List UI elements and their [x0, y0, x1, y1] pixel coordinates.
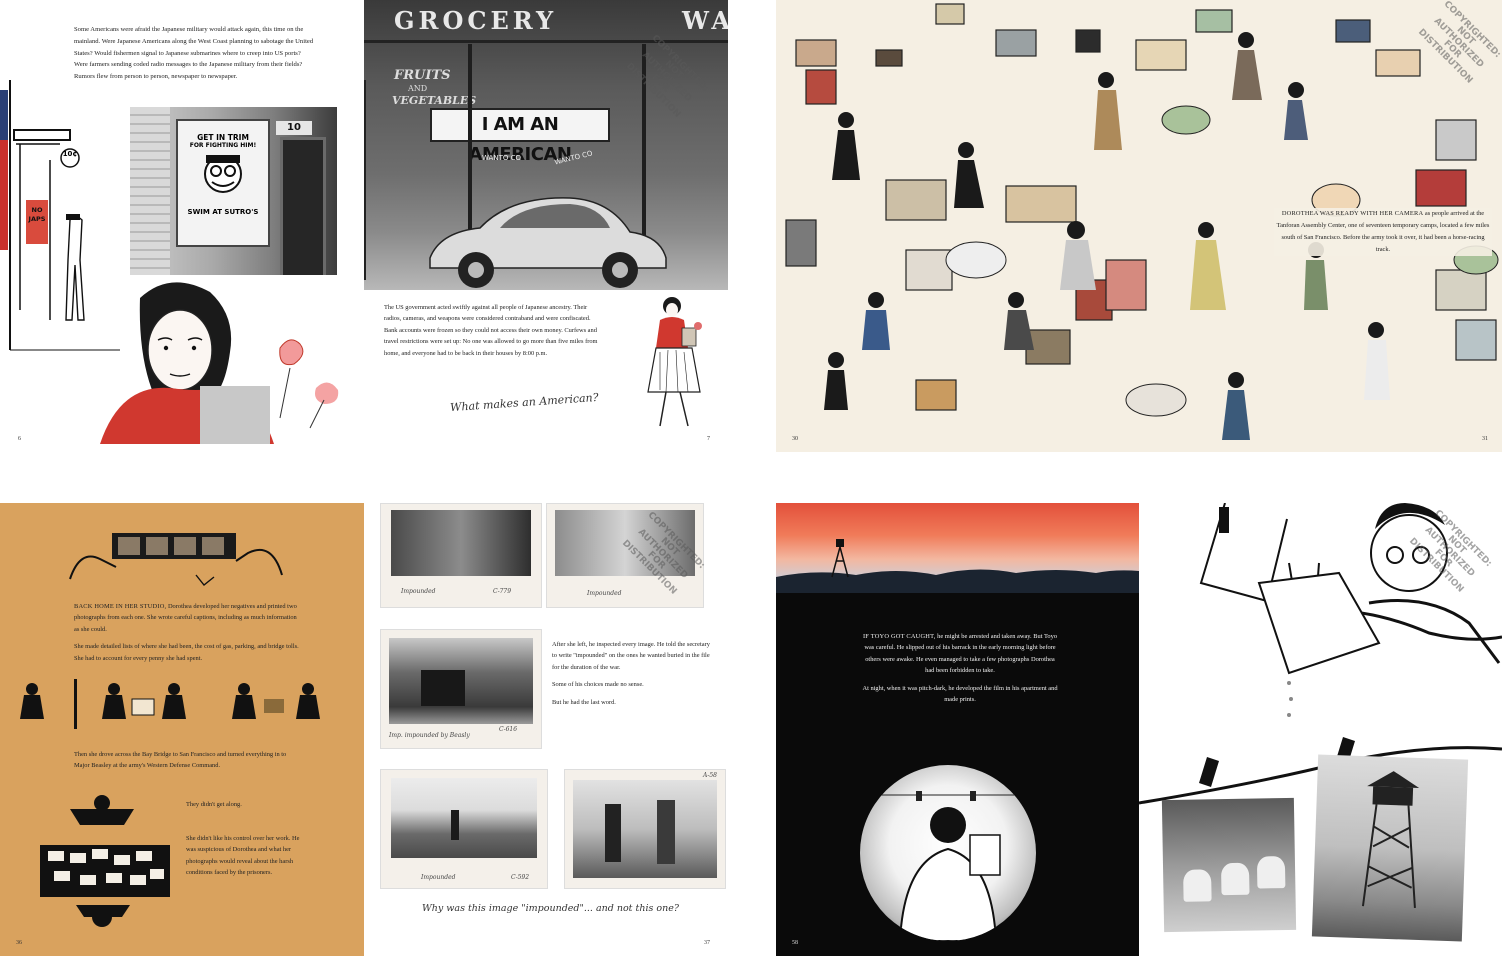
poster-line1: GET IN TRIM: [197, 133, 249, 142]
page-58-text: IF TOYO GOT CAUGHT, he might be arrested…: [862, 631, 1058, 711]
impounded-photo-1: Impounded C-779: [380, 503, 542, 608]
vintage-car-icon: [429, 197, 667, 288]
woman-portrait-illustration: [100, 282, 339, 444]
darkroom-spotlight: [860, 765, 1036, 941]
poster-face-icon: [204, 155, 242, 193]
guard-tower-icon: [1361, 771, 1420, 908]
page-6: Some Americans were afraid the Japanese …: [0, 0, 364, 452]
caption-impounded-4: Impounded: [421, 874, 456, 881]
page-7-paragraph: The US government acted swiftly against …: [384, 304, 598, 357]
page-36: BACK HOME IN HER STUDIO, Dorothea develo…: [0, 503, 364, 956]
page-number-36: 36: [16, 940, 22, 946]
no-japs-sign: NO JAPS: [28, 206, 46, 223]
negatives-strip-illustration: [69, 533, 283, 586]
page-31-paragraph: DOROTHEA WAS READY WITH HER CAMERA as pe…: [1274, 208, 1492, 256]
para-detailed-lists: She made detailed lists of where she had…: [74, 643, 299, 662]
window-and: AND: [408, 84, 428, 93]
lead-back-home: BACK HOME IN HER STUDIO,: [74, 603, 167, 610]
page-number-6: 6: [18, 436, 21, 442]
toilets-photo: [1161, 797, 1297, 933]
page-7: GROCERY WAN FRUITS AND VEGETABLES I AM A…: [364, 0, 728, 452]
guard-tower-photo: [1311, 754, 1469, 942]
store-sign-grocery: GROCERY: [394, 6, 558, 35]
code-c616: C-616: [499, 726, 518, 733]
code-c592: C-592: [511, 874, 530, 881]
para-inspected: After she left, he inspected every image…: [552, 641, 710, 671]
walking-woman-illustration: [647, 297, 702, 427]
page-59: COPYRIGHTED: NOT AUTHORIZED FOR DISTRIBU…: [1139, 503, 1502, 956]
toyo-darkroom-figure: [880, 791, 1016, 941]
lead-toyo-caught: IF TOYO GOT CAUGHT,: [862, 633, 936, 640]
window-vegetables: VEGETABLES: [392, 94, 477, 107]
para-no-sense: Some of his choices made no sense.: [552, 681, 644, 689]
page-number-7: 7: [707, 436, 710, 442]
code-a58: A-58: [703, 772, 717, 779]
spread-pages-36-37: BACK HOME IN HER STUDIO, Dorothea develo…: [0, 503, 728, 956]
para-didnt-get-along: They didn't get along.: [186, 801, 242, 808]
page-36-text-a: BACK HOME IN HER STUDIO, Dorothea develo…: [74, 601, 300, 670]
door-number: 10: [276, 121, 312, 135]
store-sign-wan: WAN: [682, 6, 728, 35]
field-workers-photo: Impounded C-592: [380, 769, 548, 889]
desk-overhead-illustration: [40, 795, 170, 927]
shop-price-sign: 10¢: [62, 150, 78, 158]
para-bay-bridge: Then she drove across the Bay Bridge to …: [74, 751, 287, 770]
script-question-impounded: Why was this image "impounded"... and no…: [422, 903, 679, 914]
poster-line2: FOR FIGHTING HIM!: [189, 142, 257, 149]
page-number-31: 31: [1482, 436, 1488, 442]
window-wanto-a: WANTO CO: [482, 154, 521, 162]
soldier-and-man-photo: A-58: [564, 769, 726, 889]
poster-line3: SWIM AT SUTRO'S: [187, 208, 259, 216]
para-last-word: But he had the last word.: [552, 698, 616, 706]
page-37: Impounded C-779 Impounded Imp. impounded…: [380, 503, 728, 956]
page-37-text: After she left, he inspected every image…: [552, 639, 712, 714]
guard-tower-silhouette: [776, 539, 1139, 593]
page-58: IF TOYO GOT CAUGHT, he might be arrested…: [776, 503, 1139, 956]
spread-pages-30-31: DOROTHEA WAS READY WITH HER CAMERA as pe…: [776, 0, 1502, 452]
barrack-photo: Imp. impounded by Beasly C-616: [380, 629, 542, 749]
caption-impounded-1: Impounded: [401, 588, 436, 595]
sutros-poster-photo: 10 GET IN TRIM FOR FIGHTING HIM! SWIM AT…: [130, 107, 337, 275]
studio-scenes-illustration: [20, 679, 320, 729]
para-suspicious: She didn't like his control over her wor…: [186, 835, 300, 877]
code-c779: C-779: [493, 588, 512, 595]
spread-pages-6-7: Some Americans were afraid the Japanese …: [0, 0, 728, 452]
para-pitch-dark: At night, when it was pitch-dark, he dev…: [862, 684, 1058, 704]
grocery-store-photo: GROCERY WAN FRUITS AND VEGETABLES I AM A…: [364, 0, 728, 290]
page-number-30: 30: [792, 436, 798, 442]
spread-pages-58-59: IF TOYO GOT CAUGHT, he might be arrested…: [776, 503, 1502, 956]
caption-impounded-2: Impounded: [587, 590, 622, 597]
page-number-58: 58: [792, 940, 798, 946]
window-fruits: FRUITS: [394, 68, 451, 83]
script-question-american: What makes an American?: [449, 390, 599, 415]
caption-impounded-beasly: Imp. impounded by Beasly: [389, 732, 470, 739]
page-number-37: 37: [704, 940, 710, 946]
paragraph-lead-dorothea: DOROTHEA WAS READY WITH HER CAMERA: [1281, 210, 1424, 217]
i-am-an-american-banner: I AM AN AMERICAN: [430, 108, 610, 165]
